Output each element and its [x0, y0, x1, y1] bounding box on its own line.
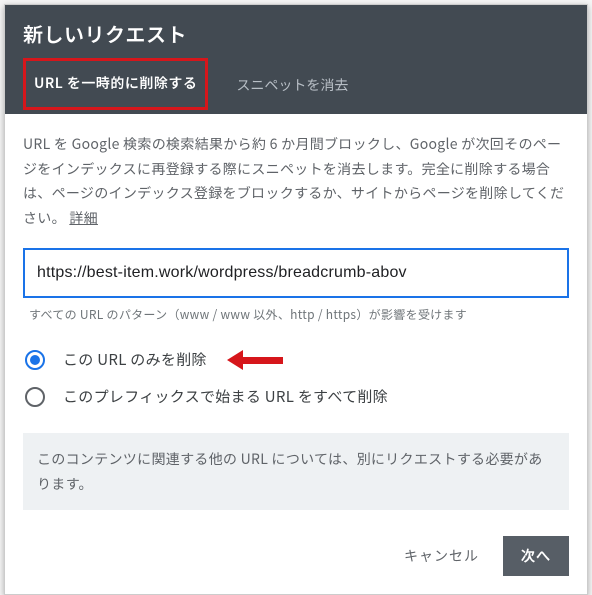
url-input[interactable] — [23, 248, 569, 298]
url-pattern-hint: すべての URL のパターン（www / www 以外、http / https… — [23, 306, 569, 323]
cancel-button[interactable]: キャンセル — [392, 536, 491, 576]
description-text: URL を Google 検索の検索結果から約 6 か月間ブロックし、Googl… — [23, 132, 569, 230]
dialog-header: 新しいリクエスト URL を一時的に削除する スニペットを消去 — [5, 5, 587, 114]
radio-label: この URL のみを削除 — [63, 349, 207, 370]
radio-selected-icon — [25, 350, 45, 370]
red-arrow-icon — [227, 350, 283, 370]
dialog-title: 新しいリクエスト — [23, 19, 569, 58]
dialog-footer: キャンセル 次へ — [5, 518, 587, 594]
next-button[interactable]: 次へ — [503, 536, 569, 576]
radio-unselected-icon — [25, 387, 45, 407]
new-request-dialog: 新しいリクエスト URL を一時的に削除する スニペットを消去 URL を Go… — [4, 4, 588, 595]
radio-group: この URL のみを削除 このプレフィックスで始まる URL をすべて削除 — [23, 341, 569, 415]
radio-option-this-url-only[interactable]: この URL のみを削除 — [23, 341, 569, 378]
radio-option-prefix-urls[interactable]: このプレフィックスで始まる URL をすべて削除 — [23, 378, 569, 415]
tab-row: URL を一時的に削除する スニペットを消去 — [23, 58, 569, 114]
dialog-body: URL を Google 検索の検索結果から約 6 か月間ブロックし、Googl… — [5, 114, 587, 518]
tab-temporary-remove[interactable]: URL を一時的に削除する — [30, 63, 201, 105]
learn-more-link[interactable]: 詳細 — [69, 208, 98, 228]
tab-highlight-box: URL を一時的に削除する — [23, 58, 208, 110]
related-urls-notice: このコンテンツに関連する他の URL については、別にリクエストする必要がありま… — [23, 433, 569, 510]
description-content: URL を Google 検索の検索結果から約 6 か月間ブロックし、Googl… — [23, 134, 564, 228]
radio-label: このプレフィックスで始まる URL をすべて削除 — [63, 386, 388, 407]
tab-clear-snippet[interactable]: スニペットを消去 — [232, 65, 352, 107]
